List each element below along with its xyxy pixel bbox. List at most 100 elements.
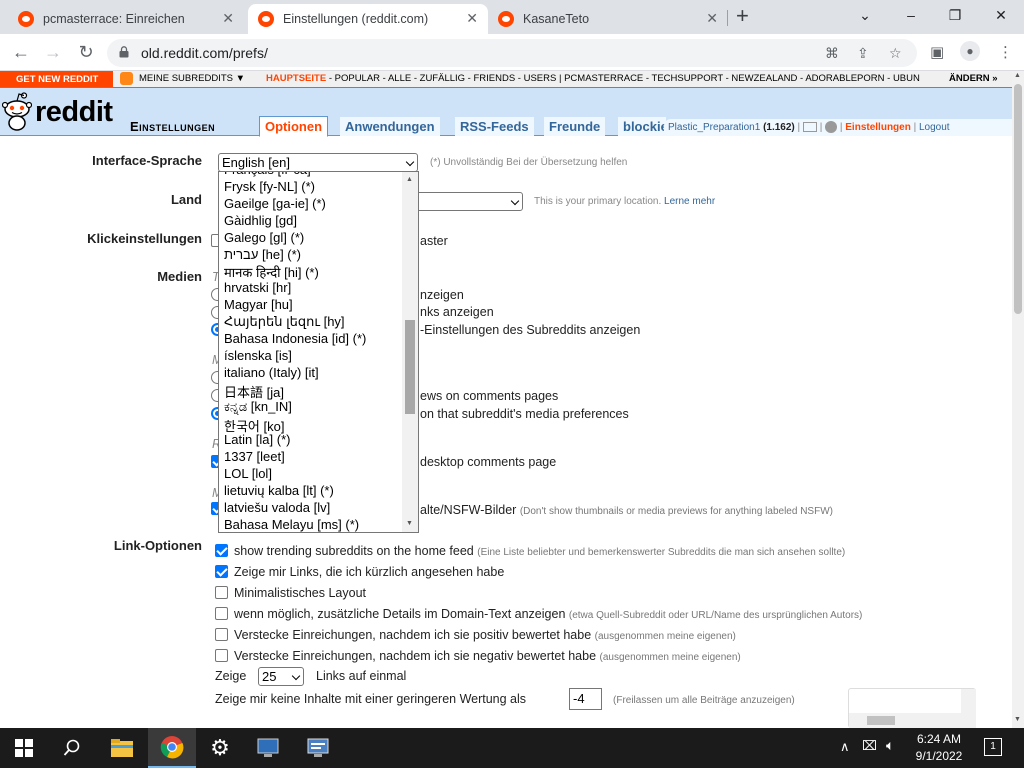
my-subreddits-dropdown[interactable]: MEINE SUBREDDITS ▼: [120, 71, 245, 87]
language-option[interactable]: Latin [la] (*): [224, 432, 290, 447]
language-option[interactable]: lietuvių kalba [lt] (*): [224, 483, 334, 498]
reddit-wordmark[interactable]: reddit: [35, 96, 113, 129]
dropdown-scrollbar[interactable]: ▲ ▼: [402, 172, 418, 532]
sidebar-box-hthumb[interactable]: [867, 716, 895, 725]
windows-start-icon[interactable]: [0, 728, 48, 768]
hide-downvoted-checkbox[interactable]: [215, 649, 228, 662]
sidebar-box-hscroll[interactable]: [849, 713, 961, 728]
tab-blockiert[interactable]: blockie: [618, 117, 666, 136]
profile-avatar-icon[interactable]: ●: [960, 41, 980, 61]
mail-icon[interactable]: [802, 122, 817, 133]
chevron-down-icon: [405, 157, 415, 167]
scroll-down-arrow-icon[interactable]: ▼: [406, 520, 413, 527]
restore-button[interactable]: ❐: [932, 4, 978, 26]
bookmark-star-icon[interactable]: ☆: [889, 45, 902, 62]
language-option[interactable]: 1337 [leet]: [224, 449, 285, 464]
logout-link[interactable]: Logout: [919, 122, 950, 133]
minimize-button[interactable]: –: [888, 4, 934, 26]
learn-more-link[interactable]: Lerne mehr: [664, 196, 715, 207]
minimal-layout-checkbox[interactable]: [215, 586, 228, 599]
min-score-input[interactable]: -4: [569, 688, 602, 710]
karma-count: (1.162): [763, 122, 795, 133]
volume-icon[interactable]: 🔈︎: [886, 737, 894, 754]
tab-freunde[interactable]: Freunde: [544, 117, 606, 136]
translate-icon[interactable]: ⌘: [825, 45, 839, 62]
language-option[interactable]: मानक हिन्दी [hi] (*): [224, 263, 319, 281]
scroll-down-arrow-icon[interactable]: ▼: [1014, 716, 1021, 723]
back-arrow-icon[interactable]: ←: [10, 42, 32, 64]
language-option[interactable]: hrvatski [hr]: [224, 280, 291, 295]
show-hidden-icons-chevron-icon[interactable]: ∧: [840, 739, 850, 755]
tab-search-chevron-icon[interactable]: ⌄: [842, 4, 888, 26]
tab-optionen[interactable]: Optionen: [259, 116, 329, 137]
tab-anwendungen[interactable]: Anwendungen: [340, 117, 440, 136]
reload-icon[interactable]: ↻: [75, 42, 97, 64]
remote-desktop-icon[interactable]: [244, 728, 292, 768]
settings-link[interactable]: Einstellungen: [845, 122, 911, 133]
language-option[interactable]: Magyar [hu]: [224, 297, 293, 312]
language-option[interactable]: Frysk [fy-NL] (*): [224, 179, 315, 194]
language-option[interactable]: latviešu valoda [lv]: [224, 500, 330, 515]
dropdown-scroll-thumb[interactable]: [405, 320, 415, 414]
user-bar: Plastic_Preparation1 (1.162) | | | Einst…: [664, 119, 1012, 136]
language-dropdown-list[interactable]: Français [fr-ca] Frysk [fy-NL] (*) Gaeilge…: [218, 171, 419, 533]
interface-language-select[interactable]: English [en]: [218, 153, 418, 172]
username-link[interactable]: Plastic_Preparation1: [668, 122, 760, 133]
scroll-up-arrow-icon[interactable]: ▲: [1014, 72, 1021, 79]
close-tab-icon[interactable]: ✕: [706, 10, 718, 27]
browser-tab-kasaneteto[interactable]: KasaneTeto ✕: [488, 4, 728, 34]
chat-icon[interactable]: [825, 121, 838, 134]
page-scroll-thumb[interactable]: [1014, 84, 1022, 314]
language-option[interactable]: Français [fr-ca]: [224, 172, 311, 177]
side-panel-icon[interactable]: ▣: [930, 43, 944, 61]
language-option[interactable]: LOL [lol]: [224, 466, 272, 481]
reddit-alien-logo-icon[interactable]: [2, 92, 32, 132]
links-count-select[interactable]: 25: [258, 667, 304, 686]
language-option[interactable]: italiano (Italy) [it]: [224, 365, 319, 380]
file-explorer-icon[interactable]: [98, 728, 146, 768]
recently-viewed-checkbox[interactable]: [215, 565, 228, 578]
chrome-icon[interactable]: [148, 728, 196, 768]
help-translate-link[interactable]: Bei der Übersetzung helfen: [506, 157, 627, 168]
language-option[interactable]: ಕನ್ನಡ [kn_IN]: [224, 399, 292, 415]
browser-tab-einstellungen[interactable]: Einstellungen (reddit.com) ✕: [248, 4, 488, 34]
network-monitor-icon[interactable]: [294, 728, 342, 768]
notification-center-icon[interactable]: 1: [984, 738, 1002, 756]
close-tab-icon[interactable]: ✕: [466, 10, 478, 27]
search-icon[interactable]: [48, 728, 96, 768]
hide-upvoted-checkbox[interactable]: [215, 628, 228, 641]
language-option[interactable]: Bahasa Indonesia [id] (*): [224, 331, 366, 346]
language-option[interactable]: Gàidhlig [gd]: [224, 213, 297, 228]
address-bar[interactable]: old.reddit.com/prefs/ ⌘ ⇪ ☆: [107, 39, 917, 67]
media-option-2: nks anzeigen: [420, 305, 494, 319]
settings-gear-icon[interactable]: ⚙: [196, 728, 244, 768]
subreddit-list[interactable]: HAUPTSEITE - POPULAR - ALLE - ZUFÄLLIG -…: [266, 71, 920, 87]
trending-subreddits-checkbox[interactable]: [215, 544, 228, 557]
home-link[interactable]: HAUPTSEITE: [266, 73, 326, 84]
page-scrollbar[interactable]: ▲ ▼: [1012, 71, 1024, 728]
language-option[interactable]: íslenska [is]: [224, 348, 292, 363]
subreddit-links[interactable]: - POPULAR - ALLE - ZUFÄLLIG - FRIENDS - …: [329, 73, 920, 84]
domain-details-checkbox[interactable]: [215, 607, 228, 620]
share-icon[interactable]: ⇪: [857, 45, 869, 62]
system-clock[interactable]: 6:24 AM 9/1/2022: [906, 731, 972, 765]
menu-kebab-icon[interactable]: ⋮: [998, 43, 1013, 61]
edit-subreddits-link[interactable]: ÄNDERN »: [946, 71, 1012, 87]
lock-icon[interactable]: [119, 46, 129, 58]
close-window-button[interactable]: ✕: [978, 4, 1024, 26]
scroll-up-arrow-icon[interactable]: ▲: [406, 176, 413, 183]
new-tab-button[interactable]: +: [736, 5, 749, 27]
language-option[interactable]: עברית [he] (*): [224, 247, 301, 262]
language-option[interactable]: Galego [gl] (*): [224, 230, 304, 245]
browser-tab-pcmasterrace[interactable]: pcmasterrace: Einreichen ✕: [8, 4, 244, 34]
language-option[interactable]: Հայերեն լեզու [hy]: [224, 314, 345, 330]
sidebar-box-vscroll[interactable]: [961, 689, 976, 729]
language-option[interactable]: Bahasa Melayu [ms] (*): [224, 517, 359, 532]
language-option[interactable]: Gaeilge [ga-ie] (*): [224, 196, 326, 211]
close-tab-icon[interactable]: ✕: [222, 10, 234, 27]
get-new-reddit-button[interactable]: GET NEW REDDIT: [0, 71, 113, 87]
forward-arrow-icon[interactable]: →: [42, 42, 64, 64]
tab-rss-feeds[interactable]: RSS-Feeds: [455, 117, 534, 136]
network-icon[interactable]: ⌧: [862, 738, 877, 754]
reddit-favicon-icon: [258, 11, 274, 27]
